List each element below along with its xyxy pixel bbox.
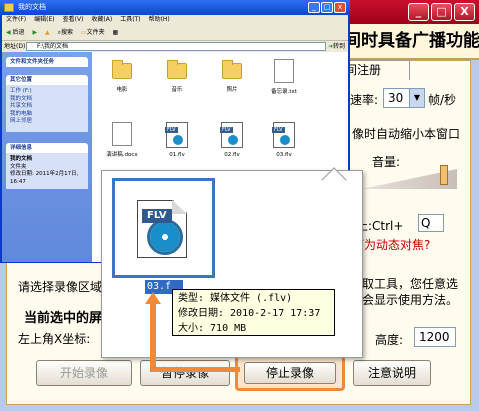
menu-help[interactable]: 帮助(H) <box>149 16 170 23</box>
file-item[interactable]: FLV 03.flv <box>262 122 306 158</box>
flv-tag: FLV <box>142 209 172 223</box>
menu-file[interactable]: 文件(F) <box>6 16 26 23</box>
tooltip-size: 大小: 710 MB <box>178 323 247 334</box>
details-panel-header[interactable]: 详细信息 <box>6 143 88 153</box>
help-notes-button[interactable]: 注意说明 <box>353 360 431 386</box>
folder-icon <box>167 60 187 79</box>
place-network[interactable]: 网上邻居 <box>10 118 84 126</box>
file-item[interactable]: 电影 <box>100 60 144 93</box>
tooltip-type: 类型: 媒体文件 (.flv) <box>178 293 293 304</box>
frame-rate-select[interactable]: 30 ▼ <box>383 88 425 108</box>
maximize-button[interactable]: □ <box>431 3 452 21</box>
menu-view[interactable]: 查看(V) <box>63 16 84 23</box>
folder-icon <box>4 3 14 12</box>
close-button[interactable]: X <box>454 3 475 21</box>
menu-tools[interactable]: 工具(T) <box>120 16 140 23</box>
flv-file-icon: FLV <box>272 122 295 148</box>
rate-label: 速率: <box>350 93 379 107</box>
explorer-minimize-button[interactable]: _ <box>308 2 320 13</box>
start-recording-button[interactable]: 开始录像 <box>36 360 132 386</box>
file-name: 01.flv <box>169 152 185 158</box>
tool-hint-line1: 选取工具，您任意选 <box>350 277 459 291</box>
place-my-documents[interactable]: 我的文档 <box>10 96 84 104</box>
search-button[interactable]: 搜索 <box>61 29 73 36</box>
flv-file-icon: FLV <box>165 122 188 148</box>
file-name: 演讲稿.docx <box>106 152 138 158</box>
address-label: 地址(D) <box>4 43 26 50</box>
focus-help-link[interactable]: 可为动态对焦? <box>352 236 430 253</box>
promo-banner: 间时具备广播功能！ <box>340 24 479 60</box>
place-my-computer[interactable]: 我的电脑 <box>10 111 84 119</box>
details-panel: 我的文档 文件夹 修改日期: 2011年2月17日, 16:47 <box>6 153 88 189</box>
top-left-x-label: 左上角X坐标: <box>18 332 91 346</box>
tab-register[interactable]: 间注册 <box>340 60 410 80</box>
explorer-toolbar: ◀ 后退 ▶ ▲ ⌕搜索 ▭文件夹 ▦ <box>2 25 348 41</box>
word-file-icon <box>112 122 132 146</box>
frame-rate-value: 30 <box>388 91 404 105</box>
explorer-menubar: 文件(F) 编辑(E) 查看(V) 收藏(A) 工具(T) 帮助(H) <box>2 15 348 25</box>
chevron-down-icon: ▼ <box>409 89 424 107</box>
file-name: 备忘录.txt <box>271 89 297 95</box>
explorer-titlebar: 我的文档 <box>0 0 350 15</box>
forward-arrow-icon[interactable]: ▶ <box>32 29 37 36</box>
annotation-arrow <box>150 300 156 370</box>
select-region-label: 请选择录像区域 <box>18 280 103 294</box>
height-input[interactable]: 1200 <box>414 327 456 347</box>
file-name: 03.flv <box>276 152 292 158</box>
up-folder-icon[interactable]: ▲ <box>45 29 50 36</box>
file-item[interactable]: 演讲稿.docx <box>100 122 144 158</box>
file-name: 音乐 <box>171 87 183 93</box>
stop-hotkey-input[interactable]: Q <box>418 214 444 232</box>
explorer-maximize-button[interactable]: □ <box>321 2 333 13</box>
annotation-arrow <box>150 367 240 372</box>
height-label: 高度: <box>375 333 404 347</box>
places-panel-header[interactable]: 其它位置 <box>6 75 88 85</box>
go-button[interactable]: ➜转到 <box>328 42 346 51</box>
details-type: 文件夹 <box>10 163 27 170</box>
menu-favorites[interactable]: 收藏(A) <box>91 16 112 23</box>
file-name: 02.flv <box>224 152 240 158</box>
tooltip-modified: 修改日期: 2010-2-17 17:37 <box>178 308 321 319</box>
file-name: 照片 <box>226 87 238 93</box>
tool-hint-line2: 止会显示使用方法。 <box>350 293 459 307</box>
volume-slider-thumb[interactable] <box>440 165 448 185</box>
back-arrow-icon[interactable]: ◀ <box>6 29 11 36</box>
place-shared-documents[interactable]: 共享文档 <box>10 103 84 111</box>
auto-minimize-option[interactable]: 像时自动缩小本窗口 <box>352 125 460 142</box>
file-tooltip: 类型: 媒体文件 (.flv) 修改日期: 2010-2-17 17:37 大小… <box>172 289 335 336</box>
tasks-panel-header[interactable]: 文件和文件夹任务 <box>6 57 88 67</box>
volume-label: 音量: <box>372 155 401 169</box>
details-name: 我的文档 <box>10 156 33 162</box>
rate-unit: 帧/秒 <box>428 93 457 107</box>
file-item[interactable]: FLV 01.flv <box>155 122 199 158</box>
file-item[interactable]: FLV 02.flv <box>210 122 254 158</box>
arrow-up-icon <box>145 292 161 304</box>
menu-edit[interactable]: 编辑(E) <box>34 16 54 23</box>
flv-file-icon: FLV <box>220 122 243 148</box>
file-name: 电影 <box>116 87 128 93</box>
folder-icon <box>112 60 132 79</box>
file-item[interactable]: 备忘录.txt <box>262 59 306 95</box>
go-label: 转到 <box>333 43 346 50</box>
places-panel: 工作 (F:) 我的文档 共享文档 我的电脑 网上邻居 <box>6 85 88 132</box>
text-file-icon <box>274 59 294 83</box>
file-item[interactable]: 照片 <box>210 60 254 93</box>
details-modified: 修改日期: 2011年2月17日, 16:47 <box>10 171 79 185</box>
folders-button[interactable]: 文件夹 <box>87 29 105 36</box>
place-drive-f[interactable]: 工作 (F:) <box>10 88 84 96</box>
address-input[interactable]: F:\我的文档 <box>26 42 326 51</box>
film-reel-center <box>150 222 180 252</box>
minimize-button[interactable]: _ <box>408 3 429 21</box>
current-selection-group-title: 当前选中的屏 <box>24 311 103 326</box>
views-icon[interactable]: ▦ <box>113 29 119 36</box>
explorer-close-button[interactable]: x <box>334 2 346 13</box>
file-item[interactable]: 音乐 <box>155 60 199 93</box>
stop-recording-button[interactable]: 停止录像 <box>244 362 336 384</box>
back-button[interactable]: 后退 <box>13 29 25 36</box>
folder-icon <box>222 60 242 79</box>
